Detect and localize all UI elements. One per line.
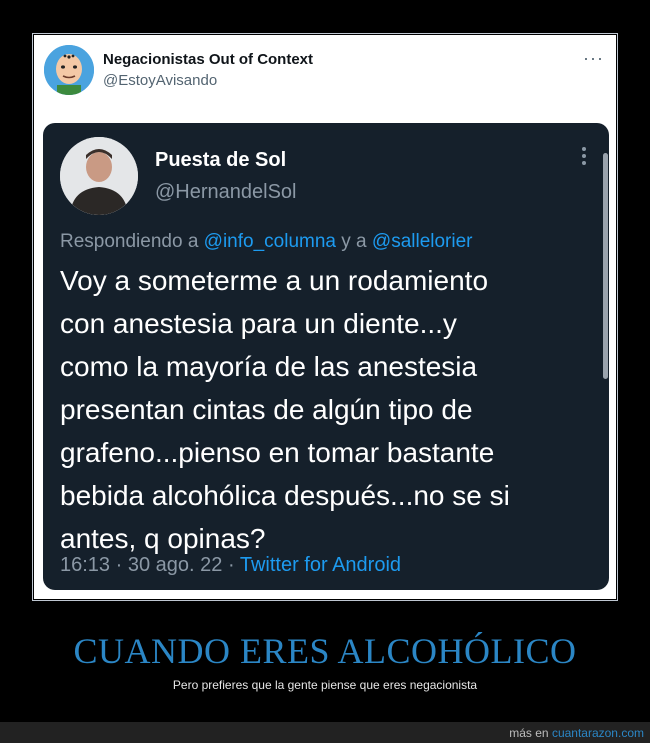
- outer-avatar[interactable]: [44, 45, 94, 95]
- tweet-source-link[interactable]: Twitter for Android: [240, 554, 401, 576]
- outer-tweet-card: Negacionistas Out of Context @EstoyAvisa…: [34, 35, 616, 599]
- person-avatar-icon: [60, 137, 138, 215]
- ellipsis-horizontal-icon[interactable]: ···: [583, 49, 604, 67]
- footer-text: más en cuantarazon.com: [509, 726, 644, 740]
- tweet-screenshot-frame: Negacionistas Out of Context @EstoyAvisa…: [32, 33, 618, 601]
- outer-handle[interactable]: @EstoyAvisando: [103, 72, 217, 89]
- tweet-time[interactable]: 16:13: [60, 554, 110, 576]
- cartoon-avatar-icon: [44, 45, 94, 95]
- caption-subline: Pero prefieres que la gente piense que e…: [172, 678, 478, 692]
- caption-headline: CUANDO ERES ALCOHÓLICO: [73, 631, 577, 671]
- mention-link[interactable]: @sallelorier: [372, 231, 473, 252]
- footer-bar: más en cuantarazon.com: [0, 722, 650, 743]
- outer-display-name[interactable]: Negacionistas Out of Context: [103, 51, 313, 68]
- inner-handle[interactable]: @HernandelSol: [155, 181, 297, 204]
- replying-to-line: Respondiendo a @info_columna y a @sallel…: [60, 231, 473, 253]
- meta-separator: ·: [227, 554, 235, 576]
- footer-prefix: más en: [509, 726, 549, 740]
- mention-link[interactable]: @info_columna: [204, 231, 336, 252]
- footer-site-link[interactable]: cuantarazon.com: [552, 726, 644, 740]
- inner-display-name[interactable]: Puesta de Sol: [155, 149, 286, 172]
- tweet-date[interactable]: 30 ago. 22: [128, 554, 223, 576]
- meta-separator: ·: [115, 554, 123, 576]
- scrollbar[interactable]: [603, 153, 608, 379]
- reply-prefix: Respondiendo a: [60, 231, 199, 252]
- reply-joiner: y a: [341, 231, 367, 252]
- quoted-tweet-screenshot: Puesta de Sol @HernandelSol Respondiendo…: [43, 123, 609, 590]
- ellipsis-vertical-icon[interactable]: [581, 147, 587, 169]
- tweet-text: Voy a someterme a un rodamiento con anes…: [60, 265, 510, 554]
- tweet-metadata: 16:13 · 30 ago. 22 · Twitter for Android: [60, 554, 401, 577]
- inner-avatar[interactable]: [60, 137, 138, 215]
